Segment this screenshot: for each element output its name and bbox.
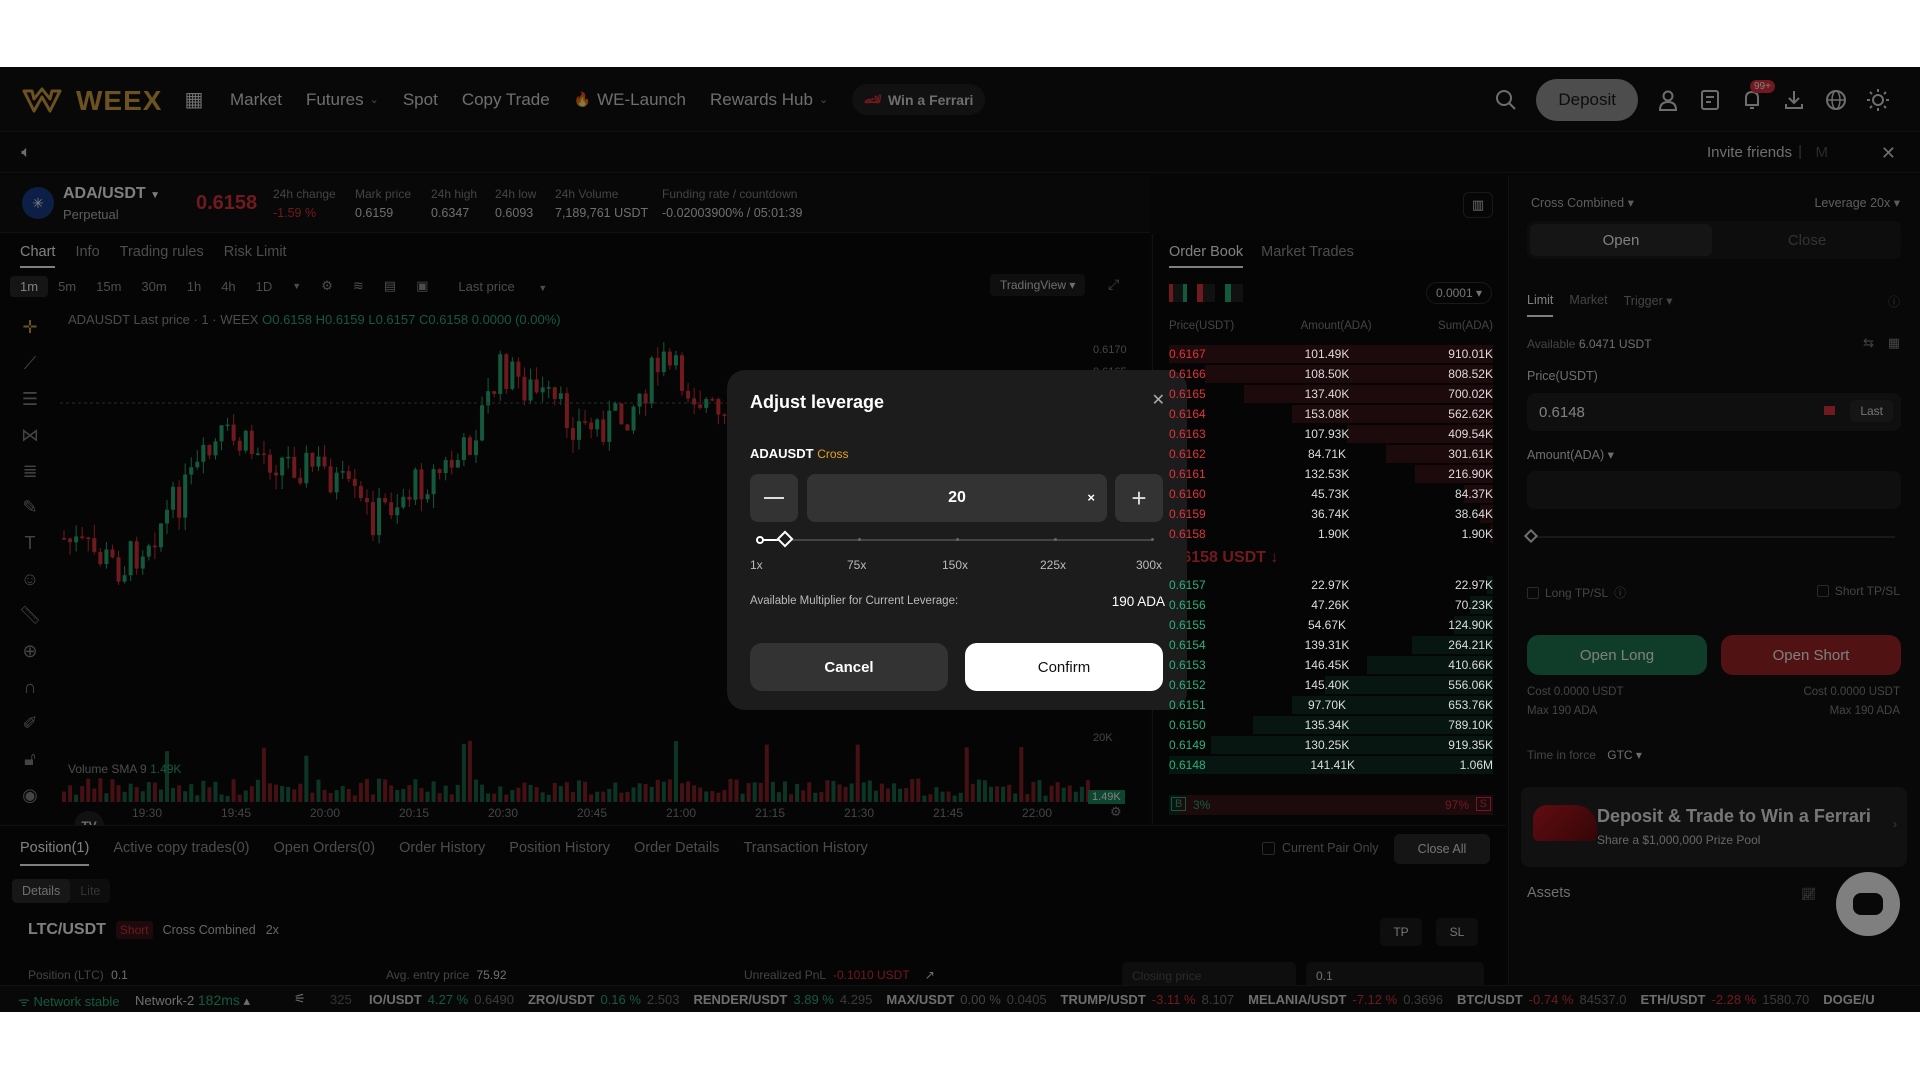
orderbook-amount: 108.50K bbox=[1304, 367, 1350, 381]
orderbook-price: 0.6165 bbox=[1169, 387, 1206, 401]
orderbook-sum: 653.76K bbox=[1448, 698, 1493, 712]
orderbook-amount: 101.49K bbox=[1304, 347, 1350, 361]
slider-tick bbox=[956, 538, 959, 541]
orderbook-sum: 410.66K bbox=[1448, 658, 1493, 672]
orderbook-amount: 130.25K bbox=[1304, 738, 1350, 752]
orderbook-amount: 141.41K bbox=[1310, 758, 1356, 772]
margin-mode-tag: Cross bbox=[817, 447, 849, 461]
clear-icon[interactable]: × bbox=[1087, 490, 1095, 505]
orderbook-price: 0.6150 bbox=[1169, 718, 1206, 732]
orderbook-price: 0.6149 bbox=[1169, 738, 1206, 752]
orderbook-sum: 1.90K bbox=[1461, 527, 1493, 541]
orderbook-amount: 36.74K bbox=[1311, 507, 1350, 521]
orderbook-price: 0.6160 bbox=[1169, 487, 1206, 501]
orderbook-amount: 54.67K bbox=[1307, 618, 1347, 632]
orderbook-sum: 124.90K bbox=[1448, 618, 1493, 632]
mark-1x: 1x bbox=[750, 558, 763, 572]
slider-tick bbox=[1151, 538, 1154, 541]
leverage-input-value: 20 bbox=[948, 489, 966, 506]
orderbook-sum: 919.35K bbox=[1448, 738, 1493, 752]
orderbook-amount: 135.34K bbox=[1304, 718, 1350, 732]
plus-icon: + bbox=[1131, 483, 1147, 513]
orderbook-price: 0.6158 bbox=[1169, 527, 1206, 541]
orderbook-amount: 1.90K bbox=[1317, 527, 1350, 541]
orderbook-sum: 700.02K bbox=[1448, 387, 1493, 401]
orderbook-sum: 264.21K bbox=[1448, 638, 1493, 652]
slider-start-dot bbox=[756, 536, 764, 544]
orderbook-amount: 139.31K bbox=[1304, 638, 1350, 652]
leverage-slider[interactable] bbox=[756, 530, 1154, 548]
symbol-label: ADAUSDT bbox=[750, 446, 814, 461]
app-window: WEEX ▦ Market Futures⌄ Spot Copy Trade 🔥… bbox=[0, 67, 1920, 1012]
orderbook-sum: 216.90K bbox=[1448, 467, 1493, 481]
orderbook-amount: 47.26K bbox=[1311, 598, 1350, 612]
orderbook-sum: 22.97K bbox=[1454, 578, 1493, 592]
decrease-button[interactable] bbox=[750, 474, 798, 522]
orderbook-price: 0.6148 bbox=[1169, 758, 1206, 772]
orderbook-amount: 132.53K bbox=[1304, 467, 1350, 481]
mark-225x: 225x bbox=[1040, 558, 1067, 572]
orderbook-amount: 137.40K bbox=[1304, 387, 1350, 401]
slider-marks: 1x 75x 150x 225x 300x bbox=[750, 558, 1166, 574]
orderbook-price: 0.6152 bbox=[1169, 678, 1206, 692]
cancel-button[interactable]: Cancel bbox=[750, 643, 948, 691]
orderbook-sum: 70.23K bbox=[1454, 598, 1493, 612]
orderbook-price: 0.6161 bbox=[1169, 467, 1206, 481]
orderbook-price: 0.6151 bbox=[1169, 698, 1206, 712]
mark-300x: 300x bbox=[1136, 558, 1163, 572]
orderbook-sum: 808.52K bbox=[1448, 367, 1493, 381]
slider-tick bbox=[858, 538, 861, 541]
orderbook-price: 0.6159 bbox=[1169, 507, 1206, 521]
mark-75x: 75x bbox=[847, 558, 867, 572]
orderbook-amount: 145.40K bbox=[1304, 678, 1350, 692]
dialog-title: Adjust leverage bbox=[750, 392, 885, 412]
orderbook-sum: 301.61K bbox=[1448, 447, 1493, 461]
minus-icon bbox=[764, 497, 784, 499]
close-icon[interactable]: ✕ bbox=[1152, 390, 1165, 410]
orderbook-price: 0.6156 bbox=[1169, 598, 1206, 612]
orderbook-price: 0.6166 bbox=[1169, 367, 1206, 381]
slider-tick bbox=[1054, 538, 1057, 541]
orderbook-price: 0.6164 bbox=[1169, 407, 1206, 421]
confirm-button[interactable]: Confirm bbox=[965, 643, 1163, 691]
orderbook-sum: 1.06M bbox=[1459, 758, 1493, 772]
orderbook-price: 0.6157 bbox=[1169, 578, 1206, 592]
orderbook-sum: 910.01K bbox=[1448, 347, 1493, 361]
orderbook-sum: 84.37K bbox=[1454, 487, 1493, 501]
orderbook-amount: 84.71K bbox=[1307, 447, 1347, 461]
orderbook-sum: 789.10K bbox=[1448, 718, 1493, 732]
dialog-symbol: ADAUSDT Cross bbox=[750, 446, 849, 461]
orderbook-amount: 22.97K bbox=[1311, 578, 1350, 592]
available-multiplier-value: 190 ADA bbox=[1111, 594, 1165, 609]
available-multiplier-label: Available Multiplier for Current Leverag… bbox=[750, 595, 959, 607]
orderbook-amount: 153.08K bbox=[1304, 407, 1350, 421]
orderbook-sum: 556.06K bbox=[1448, 678, 1493, 692]
leverage-slider-handle[interactable] bbox=[776, 530, 794, 548]
orderbook-price: 0.6154 bbox=[1169, 638, 1206, 652]
orderbook-amount: 45.73K bbox=[1311, 487, 1350, 501]
orderbook-price: 0.6155 bbox=[1169, 618, 1206, 632]
adjust-leverage-dialog: Adjust leverage ✕ ADAUSDT Cross 20 × + 1… bbox=[727, 370, 1187, 710]
modal-backdrop[interactable]: Adjust leverage ✕ ADAUSDT Cross 20 × + 1… bbox=[0, 67, 1920, 1012]
orderbook-price: 0.6163 bbox=[1169, 427, 1206, 441]
orderbook-amount: 97.70K bbox=[1307, 698, 1347, 712]
orderbook-amount: 146.45K bbox=[1304, 658, 1350, 672]
orderbook-sum: 38.64K bbox=[1454, 507, 1493, 521]
orderbook-price: 0.6153 bbox=[1169, 658, 1206, 672]
mark-150x: 150x bbox=[942, 558, 969, 572]
leverage-input[interactable]: 20 × bbox=[807, 474, 1107, 522]
orderbook-amount: 107.93K bbox=[1304, 427, 1350, 441]
orderbook-sum: 409.54K bbox=[1448, 427, 1493, 441]
orderbook-price: 0.6167 bbox=[1169, 347, 1206, 361]
orderbook-sum: 562.62K bbox=[1448, 407, 1493, 421]
orderbook-price: 0.6162 bbox=[1169, 447, 1206, 461]
increase-button[interactable]: + bbox=[1115, 474, 1163, 522]
